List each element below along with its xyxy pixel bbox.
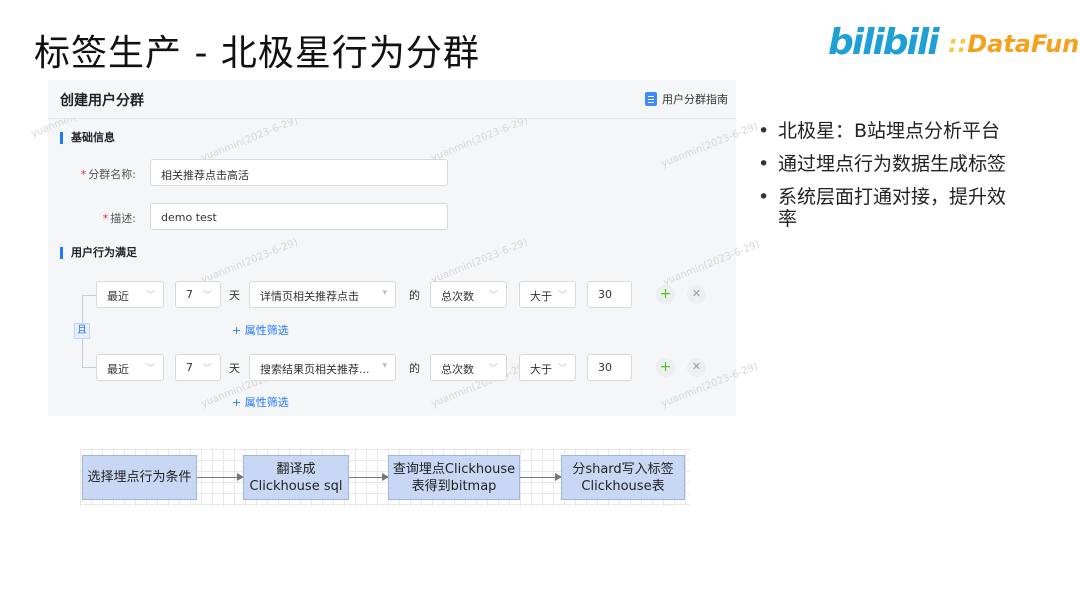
chevron-down-icon: ﹀ — [202, 291, 212, 301]
chevron-down-icon: ﹀ — [488, 291, 498, 301]
flow-step-text: 查询埋点Clickhouse — [392, 461, 516, 477]
name-label: * 分群名称: — [56, 166, 136, 182]
create-segment-panel: yuanmin(2023-6-29) yuanmin(2023-6-29) yu… — [30, 80, 761, 416]
flow-step-translate-sql: 翻译成 Clickhouse sql — [243, 455, 349, 500]
flow-step-text: Clickhouse sql — [249, 478, 343, 494]
chevron-down-icon: ﹀ — [557, 291, 567, 301]
of-text: 的 — [409, 289, 420, 302]
flow-step-text: 表得到bitmap — [411, 478, 497, 494]
watermark: yuanmin(2023-6-29) — [429, 237, 530, 286]
datafun-logo-text: DataFun. — [967, 30, 1080, 58]
threshold-input[interactable]: 30 — [587, 281, 632, 308]
document-icon — [645, 92, 657, 106]
watermark: yuanmin(2023-6-29) — [659, 121, 760, 170]
name-label-text: 分群名称: — [88, 168, 136, 181]
days-unit: 天 — [229, 289, 240, 302]
operator-select[interactable]: 大于 ﹀ — [519, 354, 576, 381]
flow-step-select-conditions: 选择埋点行为条件 — [82, 455, 197, 500]
event-select[interactable]: 详情页相关推荐点击 ▾ — [249, 281, 396, 308]
chevron-down-icon: ﹀ — [557, 364, 567, 374]
bullet-list: 北极星：B站埋点分析平台 通过埋点行为数据生成标签 系统层面打通对接，提升效率 — [758, 120, 1058, 241]
datafun-logo-dots: :: — [948, 30, 968, 58]
days-value: 7 — [186, 288, 193, 301]
flow-step-write-tag-table: 分shard写入标签 Clickhouse表 — [561, 455, 685, 500]
required-mark: * — [102, 212, 109, 225]
threshold-value: 30 — [598, 361, 612, 374]
days-select[interactable]: 7 ﹀ — [175, 354, 221, 381]
period-select[interactable]: 最近 ﹀ — [96, 354, 164, 381]
chevron-down-icon: ﹀ — [488, 364, 498, 374]
required-mark: * — [80, 168, 87, 181]
watermark: yuanmin(2023-6-29) — [661, 239, 762, 288]
attribute-filter-link[interactable]: + 属性筛选 — [232, 394, 289, 410]
bilibili-logo: bilibili — [828, 22, 940, 63]
panel-title: 创建用户分群 — [60, 93, 144, 109]
of-text: 的 — [409, 362, 420, 375]
metric-value: 总次数 — [441, 290, 474, 303]
operator-value: 大于 — [530, 290, 552, 303]
metric-select[interactable]: 总次数 ﹀ — [430, 281, 507, 308]
bullet-item: 通过埋点行为数据生成标签 — [758, 153, 1058, 175]
guide-link[interactable]: 用户分群指南 — [645, 91, 728, 107]
event-value: 详情页相关推荐点击 — [260, 290, 359, 303]
header-divider — [48, 118, 736, 119]
operator-select[interactable]: 大于 ﹀ — [519, 281, 576, 308]
process-flow-diagram: 选择埋点行为条件 翻译成 Clickhouse sql 查询埋点Clickhous… — [80, 449, 690, 507]
flow-step-text: 分shard写入标签 — [572, 461, 674, 477]
section-title-behavior: 用户行为满足 — [60, 247, 137, 259]
slide-title: 标签生产 - 北极星行为分群 — [34, 33, 480, 74]
description-input[interactable]: demo test — [150, 203, 448, 230]
watermark: yuanmin(2023-6-29) — [199, 237, 300, 286]
flow-arrow — [197, 473, 244, 481]
flow-step-text: 翻译成 — [276, 461, 316, 477]
flow-step-text: Clickhouse表 — [581, 478, 665, 494]
event-select[interactable]: 搜索结果页相关推荐... ▾ — [249, 354, 396, 381]
watermark: yuanmin(2023-6-29) — [429, 115, 530, 164]
chevron-down-icon: ﹀ — [145, 291, 155, 301]
chevron-down-icon: ﹀ — [202, 364, 212, 374]
threshold-input[interactable]: 30 — [587, 354, 632, 381]
threshold-value: 30 — [598, 288, 612, 301]
period-select[interactable]: 最近 ﹀ — [96, 281, 164, 308]
flow-arrow — [349, 473, 389, 481]
datafun-logo: ::DataFun. — [948, 30, 1080, 58]
and-toggle[interactable]: 且 — [74, 323, 90, 339]
remove-condition-button[interactable]: ✕ — [687, 358, 706, 377]
flow-arrow — [520, 473, 562, 481]
bullet-item: 北极星：B站埋点分析平台 — [758, 120, 1058, 142]
operator-value: 大于 — [530, 363, 552, 376]
flow-step-query-bitmap: 查询埋点Clickhouse 表得到bitmap — [388, 455, 520, 500]
bullet-item: 系统层面打通对接，提升效率 — [758, 186, 1018, 230]
chevron-down-icon: ▾ — [382, 288, 387, 298]
days-unit: 天 — [229, 362, 240, 375]
flow-step-text: 选择埋点行为条件 — [87, 470, 192, 485]
remove-condition-button[interactable]: ✕ — [687, 285, 706, 304]
segment-name-input[interactable]: 相关推荐点击高活 — [150, 159, 448, 186]
add-condition-button[interactable]: + — [656, 285, 675, 304]
event-value: 搜索结果页相关推荐... — [260, 363, 370, 376]
chevron-down-icon: ▾ — [382, 361, 387, 371]
days-value: 7 — [186, 361, 193, 374]
watermark: yuanmin(2023-6-29) — [199, 115, 300, 164]
metric-select[interactable]: 总次数 ﹀ — [430, 354, 507, 381]
section-title-basic: 基础信息 — [60, 132, 115, 144]
period-value: 最近 — [107, 363, 129, 376]
chevron-down-icon: ﹀ — [145, 364, 155, 374]
add-condition-button[interactable]: + — [656, 358, 675, 377]
desc-label: * 描述: — [56, 210, 136, 226]
desc-label-text: 描述: — [110, 212, 136, 225]
attribute-filter-link[interactable]: + 属性筛选 — [232, 322, 289, 338]
panel-header: 创建用户分群 用户分群指南 — [48, 80, 736, 118]
guide-link-label: 用户分群指南 — [662, 93, 728, 106]
metric-value: 总次数 — [441, 363, 474, 376]
days-select[interactable]: 7 ﹀ — [175, 281, 221, 308]
period-value: 最近 — [107, 290, 129, 303]
